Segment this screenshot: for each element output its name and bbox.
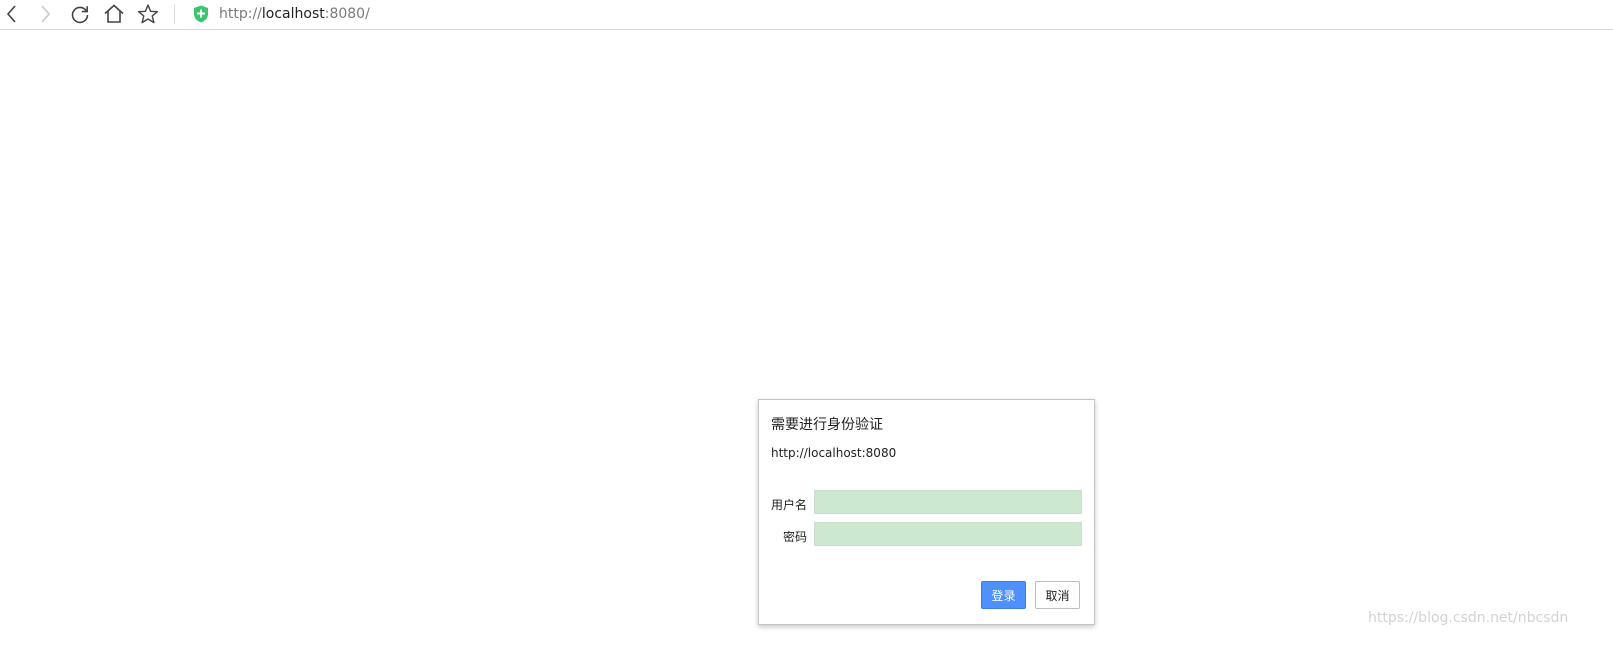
forward-button[interactable] [33, 3, 57, 25]
reload-icon [71, 6, 89, 24]
watermark: https://blog.csdn.net/nbcsdn [1368, 610, 1569, 626]
auth-dialog: 需要进行身份验证 http://localhost:8080 用户名 密码 登录… [758, 399, 1095, 625]
login-button[interactable]: 登录 [981, 581, 1026, 609]
reload-button[interactable] [68, 3, 92, 25]
back-button[interactable] [0, 3, 24, 25]
dialog-title: 需要进行身份验证 [771, 417, 883, 433]
star-icon [137, 4, 159, 24]
back-arrow-icon [6, 5, 16, 23]
password-input[interactable] [814, 522, 1082, 546]
password-label: 密码 [782, 530, 807, 544]
cancel-button[interactable]: 取消 [1035, 581, 1080, 609]
browser-toolbar: http://localhost:8080/ [0, 0, 1613, 30]
forward-arrow-icon [41, 5, 51, 23]
dialog-origin: http://localhost:8080 [771, 446, 897, 460]
bookmark-button[interactable] [136, 3, 160, 25]
username-input[interactable] [814, 490, 1082, 514]
home-icon [104, 4, 124, 23]
address-bar[interactable]: http://localhost:8080/ [219, 4, 370, 24]
url-port: :8080/ [324, 6, 370, 22]
shield-plus-icon[interactable] [193, 5, 209, 23]
url-scheme: http:// [219, 6, 262, 22]
url-host: localhost [261, 6, 325, 22]
username-label: 用户名 [770, 498, 807, 512]
home-button[interactable] [102, 3, 126, 25]
toolbar-divider [174, 4, 175, 24]
